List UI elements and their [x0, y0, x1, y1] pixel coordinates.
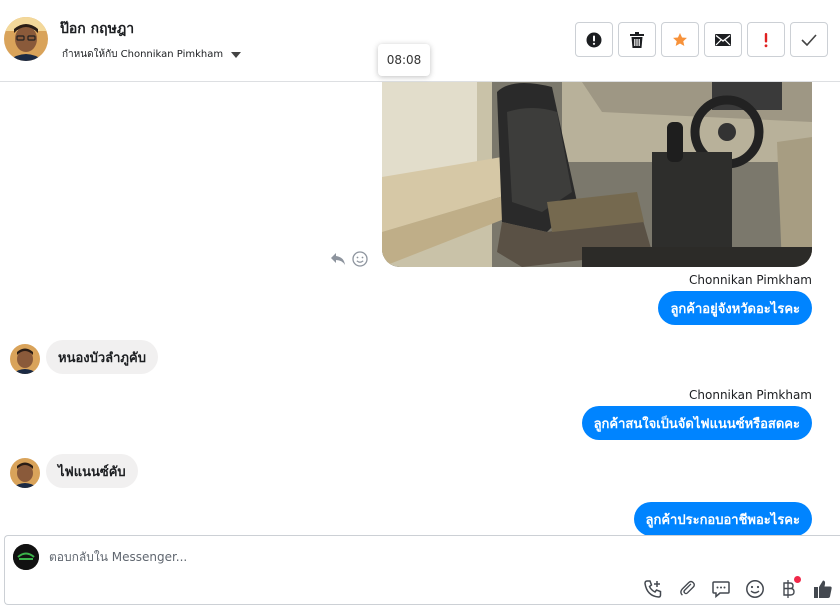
reply-composer: [4, 535, 840, 605]
reply-icon[interactable]: [330, 252, 346, 266]
image-attachment[interactable]: [382, 82, 812, 267]
payment-button[interactable]: [778, 576, 801, 600]
message-thread[interactable]: Chonnikan Pimkham ลูกค้าอยู่จังหวัดอะไรค…: [0, 82, 840, 535]
sender-name: Chonnikan Pimkham: [689, 388, 812, 402]
star-icon: [673, 32, 687, 46]
contact-name[interactable]: ป๊อก กฤษฎา: [60, 18, 134, 40]
message-hover-actions: [330, 251, 368, 267]
assigned-label: กำหนดให้กับ Chonnikan Pimkham: [62, 49, 224, 60]
sender-name: Chonnikan Pimkham: [689, 273, 812, 287]
smiley-icon: [746, 580, 764, 598]
assigned-to-dropdown[interactable]: กำหนดให้กับ Chonnikan Pimkham: [62, 47, 242, 62]
spam-button[interactable]: [575, 22, 613, 57]
emoji-button[interactable]: [744, 578, 766, 600]
messenger-inbox-conversation: ป๊อก กฤษฎา กำหนดให้กับ Chonnikan Pimkham: [0, 0, 840, 605]
phone-plus-button[interactable]: [642, 578, 664, 600]
chat-bubble-icon: [712, 581, 730, 599]
trash-icon: [630, 31, 644, 48]
saved-replies-button[interactable]: [710, 578, 732, 600]
mark-done-button[interactable]: [790, 22, 828, 57]
smiley-reaction-icon[interactable]: [352, 251, 368, 267]
exclamation-circle-icon: [586, 32, 602, 47]
delete-button[interactable]: [618, 22, 656, 57]
check-icon: [801, 33, 817, 46]
attach-button[interactable]: [676, 578, 698, 600]
phone-plus-icon: [644, 580, 662, 598]
page-avatar: [13, 544, 39, 570]
outgoing-message-bubble[interactable]: ลูกค้าประกอบอาชีพอะไรคะ: [633, 502, 812, 535]
mark-unread-button[interactable]: [704, 22, 742, 57]
notification-dot: [794, 576, 801, 583]
reply-input[interactable]: [49, 550, 649, 564]
outgoing-message-bubble[interactable]: ลูกค้าอยู่จังหวัดอะไรคะ: [658, 291, 812, 325]
star-button[interactable]: [661, 22, 699, 57]
outgoing-message-bubble[interactable]: ลูกค้าสนใจเป็นจัดไฟแนนซ์หรือสดคะ: [581, 406, 812, 440]
envelope-icon: [715, 33, 731, 46]
composer-toolbar: [642, 576, 834, 600]
like-button[interactable]: [812, 578, 834, 600]
follow-up-button[interactable]: [747, 22, 785, 57]
contact-avatar[interactable]: [4, 17, 48, 61]
caret-down-icon: [231, 51, 242, 58]
conversation-actions: [575, 22, 828, 57]
incoming-message-bubble[interactable]: หนองบัวลำภูคับ: [46, 340, 158, 374]
thumbs-up-icon: [814, 580, 832, 598]
timestamp-tooltip: 08:08: [378, 44, 430, 76]
contact-avatar-small: [10, 458, 40, 488]
contact-avatar-small: [10, 344, 40, 374]
exclamation-icon: [764, 32, 768, 47]
paperclip-icon: [680, 580, 695, 596]
incoming-message-bubble[interactable]: ไฟแนนซ์คับ: [46, 454, 138, 488]
